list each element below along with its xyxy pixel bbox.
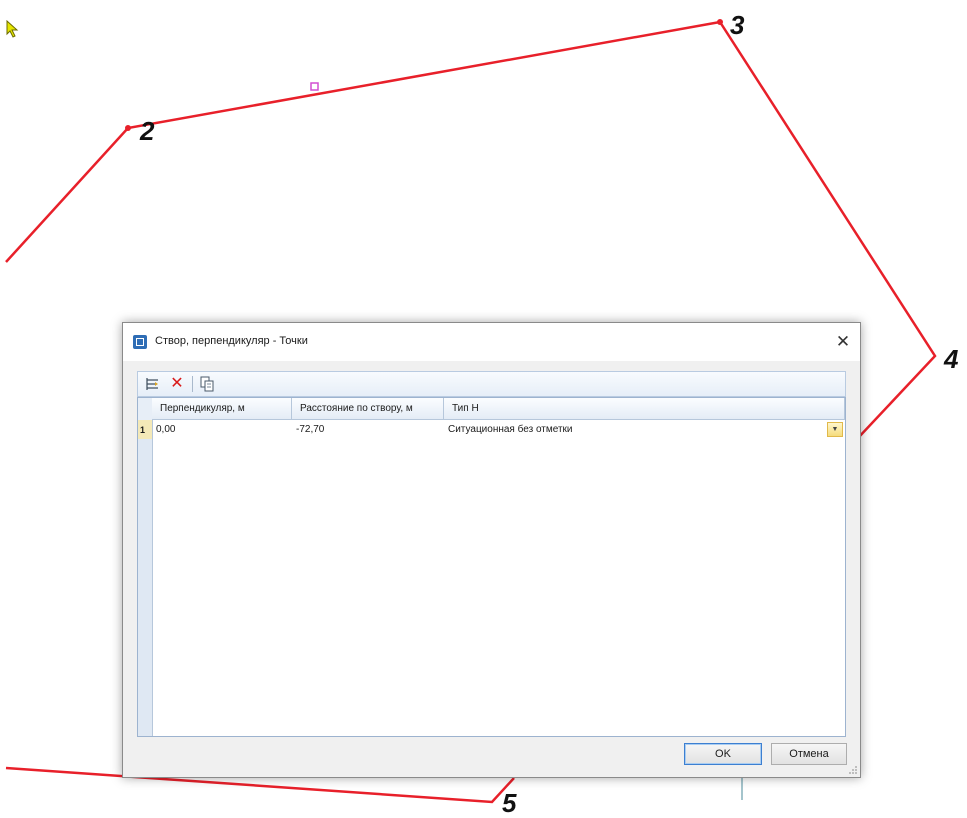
resize-grip-icon[interactable] [848, 765, 858, 775]
vertex-label-3: 3 [730, 10, 745, 40]
vertex-label-5: 5 [502, 788, 517, 818]
close-button[interactable]: ✕ [830, 329, 856, 355]
column-header-perpendicular[interactable]: Перпендикуляр, м [152, 398, 292, 420]
vertex-marker-2[interactable] [125, 125, 131, 131]
copy-icon[interactable] [198, 375, 216, 393]
column-header-distance[interactable]: Расстояние по створу, м [292, 398, 444, 420]
vertex-label-4: 4 [944, 344, 959, 374]
cell-height-type[interactable]: Ситуационная без отметки [444, 420, 824, 439]
cell-distance[interactable]: -72,70 [292, 420, 444, 439]
dialog-title: Створ, перпендикуляр - Точки [155, 335, 308, 347]
cancel-button[interactable]: Отмена [771, 743, 847, 765]
points-dialog: Створ, перпендикуляр - Точки ✕ ✕ 1 Перпе… [122, 322, 861, 778]
app-icon [133, 335, 147, 349]
row-number: 1 [140, 425, 146, 435]
gutter-header [138, 398, 152, 421]
vertex-marker-3[interactable] [717, 19, 723, 25]
delete-icon[interactable]: ✕ [168, 375, 186, 393]
grid-toolbar: ✕ [137, 371, 846, 397]
segment-midpoint-grip[interactable] [310, 82, 319, 91]
cell-perpendicular[interactable]: 0,00 [152, 420, 292, 439]
vertex-label-2: 2 [140, 116, 155, 146]
cursor-arrow-icon [6, 20, 19, 38]
points-grid[interactable]: 1 Перпендикуляр, м Расстояние по створу,… [137, 397, 846, 737]
height-type-dropdown-button[interactable]: ▼ [827, 422, 843, 437]
ok-button[interactable]: OK [684, 743, 762, 765]
toolbar-separator [192, 376, 193, 392]
row-gutter [138, 398, 153, 736]
column-header-height-type[interactable]: Тип Н [444, 398, 845, 420]
add-point-icon[interactable] [144, 375, 162, 393]
dialog-titlebar[interactable]: Створ, перпендикуляр - Точки ✕ [123, 323, 860, 361]
